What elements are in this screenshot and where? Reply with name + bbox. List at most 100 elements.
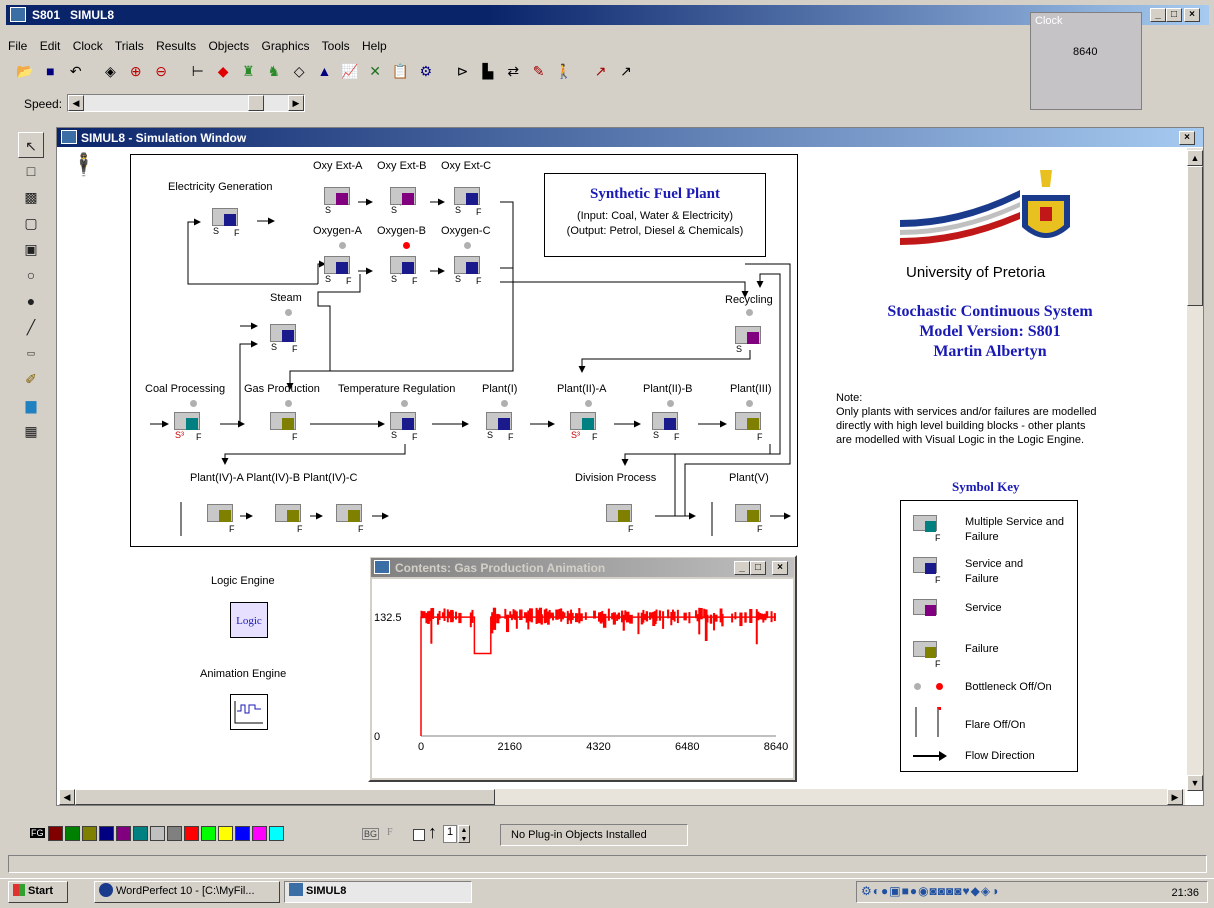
font-label[interactable]: F — [387, 827, 393, 838]
node-gas-production[interactable]: F — [268, 408, 302, 442]
node-plant-1[interactable]: SF — [484, 408, 518, 442]
queue-icon[interactable]: ♜ — [237, 60, 259, 82]
pen-icon[interactable]: ✐ — [18, 366, 44, 392]
node-steam[interactable]: SF — [268, 320, 302, 354]
horizontal-scrollbar[interactable]: ◀ ▶ — [59, 789, 1185, 805]
menu-tools[interactable]: Tools — [322, 39, 350, 53]
image-icon[interactable]: ▆ — [18, 392, 44, 418]
route-icon[interactable]: ↗ — [590, 60, 612, 82]
node-plant-4c[interactable]: F — [334, 500, 368, 534]
line-icon[interactable]: ╱ — [18, 314, 44, 340]
colour-swatch[interactable] — [235, 826, 250, 842]
work-center-icon[interactable]: ♞ — [263, 60, 285, 82]
colour-swatch[interactable] — [150, 826, 165, 842]
zoom-out-icon[interactable]: ⊖ — [150, 60, 172, 82]
chart-close-button[interactable]: × — [772, 561, 788, 575]
circle-icon[interactable]: ○ — [18, 262, 44, 288]
menu-file[interactable]: File — [8, 39, 27, 53]
undo-icon[interactable]: ↶ — [65, 60, 87, 82]
node-plant-2b[interactable]: SF — [650, 408, 684, 442]
menu-clock[interactable]: Clock — [73, 39, 103, 53]
colour-swatch[interactable] — [184, 826, 199, 842]
spin-buttons[interactable]: ▲ ▼ — [458, 825, 470, 843]
colour-swatch[interactable] — [218, 826, 233, 842]
results-icon[interactable]: ▙ — [477, 60, 499, 82]
node-oxygen-b[interactable]: SF — [388, 252, 422, 286]
node-oxygen-a[interactable]: SF — [322, 252, 356, 286]
taskbar-wordperfect[interactable]: WordPerfect 10 - [C:\MyFil... — [94, 881, 280, 903]
horizontal-scroll-thumb[interactable] — [75, 789, 495, 805]
rounded-rectangle-icon[interactable]: ▢ — [18, 210, 44, 236]
colour-swatch[interactable] — [167, 826, 182, 842]
colour-swatch[interactable] — [82, 826, 97, 842]
node-oxygen-c[interactable]: SF — [452, 252, 486, 286]
line-width-icon[interactable]: ↑ — [428, 822, 437, 843]
animation-engine-icon[interactable] — [230, 694, 268, 730]
zoom-in-icon[interactable]: ⊕ — [125, 60, 147, 82]
visual-logic-icon[interactable]: ⚙ — [415, 60, 437, 82]
rectangle-icon[interactable]: □ — [18, 158, 44, 184]
colour-swatch[interactable] — [99, 826, 114, 842]
scroll-up-arrow[interactable]: ▲ — [1187, 150, 1203, 166]
colour-swatch[interactable] — [116, 826, 131, 842]
tray-icons[interactable]: ⚙◐●▣■●◉◙◙◙◙♥◆◈◑ — [861, 884, 999, 898]
app-minimize-button[interactable]: _ — [1150, 8, 1166, 22]
node-division-process[interactable]: F — [604, 500, 638, 534]
node-oxy-ext-c[interactable]: SF — [452, 183, 486, 217]
reset-icon[interactable]: ⊢ — [187, 60, 209, 82]
menu-objects[interactable]: Objects — [208, 39, 249, 53]
node-recycling[interactable]: S — [733, 322, 767, 356]
node-coal-processing[interactable]: S³ F — [172, 408, 206, 442]
grid-icon[interactable]: ▦ — [18, 418, 44, 444]
node-plant-5[interactable]: F — [733, 500, 767, 534]
trials-icon[interactable]: ⇄ — [502, 60, 524, 82]
menu-edit[interactable]: Edit — [40, 39, 61, 53]
colour-swatch[interactable] — [252, 826, 267, 842]
node-oxy-ext-b[interactable]: S — [388, 183, 422, 217]
fg-label[interactable]: FG — [30, 828, 45, 838]
logic-engine-icon[interactable]: Logic — [230, 602, 268, 638]
step-icon[interactable]: ⊳ — [452, 60, 474, 82]
chart-minimize-button[interactable]: _ — [734, 561, 750, 575]
menu-graphics[interactable]: Graphics — [261, 39, 309, 53]
scroll-right-arrow[interactable]: ▶ — [1167, 789, 1183, 805]
colour-swatch[interactable] — [65, 826, 80, 842]
edit-icon[interactable]: ✎ — [528, 60, 550, 82]
save-icon[interactable]: ■ — [39, 60, 61, 82]
transparent-checkbox[interactable] — [413, 829, 425, 841]
menu-trials[interactable]: Trials — [115, 39, 144, 53]
speed-slider[interactable]: ◀ ▶ — [67, 94, 305, 112]
node-oxy-ext-a[interactable]: S — [322, 183, 356, 217]
resource-icon[interactable]: ▲ — [313, 60, 335, 82]
zoom-fit-icon[interactable]: ◈ — [99, 60, 121, 82]
person-icon[interactable]: 🚶 — [553, 60, 575, 82]
menu-help[interactable]: Help — [362, 39, 387, 53]
node-plant-4b[interactable]: F — [273, 500, 307, 534]
node-plant-3[interactable]: F — [733, 408, 767, 442]
filled-circle-icon[interactable]: ● — [18, 288, 44, 314]
colour-swatch[interactable] — [133, 826, 148, 842]
menu-results[interactable]: Results — [156, 39, 196, 53]
colour-swatch[interactable] — [269, 826, 284, 842]
speed-right-arrow[interactable]: ▶ — [288, 95, 304, 111]
start-button[interactable]: Start — [8, 881, 68, 903]
speed-thumb[interactable] — [248, 95, 264, 111]
node-plant-2a[interactable]: S³ F — [568, 408, 602, 442]
spin-value[interactable]: 1 — [443, 825, 457, 843]
bg-label[interactable]: BG — [362, 828, 380, 840]
filled-rounded-rectangle-icon[interactable]: ▣ — [18, 236, 44, 262]
node-electricity-generation[interactable]: SF — [210, 204, 244, 238]
arrow-icon[interactable]: ↗ — [615, 60, 637, 82]
filled-rectangle-icon[interactable]: ▩ — [18, 184, 44, 210]
open-icon[interactable]: 📂 — [14, 60, 36, 82]
vertical-scrollbar[interactable]: ▲ ▼ — [1187, 148, 1203, 791]
chart-maximize-button[interactable]: □ — [750, 561, 766, 575]
work-item-person-icon[interactable]: 🕴 — [70, 152, 97, 178]
vertical-scroll-thumb[interactable] — [1187, 166, 1203, 306]
scroll-left-arrow[interactable]: ◀ — [59, 789, 75, 805]
excel-icon[interactable]: ✕ — [364, 60, 386, 82]
work-exit-icon[interactable]: ◇ — [288, 60, 310, 82]
node-plant-4a[interactable]: F — [205, 500, 239, 534]
graph-icon[interactable]: 📈 — [339, 60, 361, 82]
node-temperature-regulation[interactable]: SF — [388, 408, 422, 442]
